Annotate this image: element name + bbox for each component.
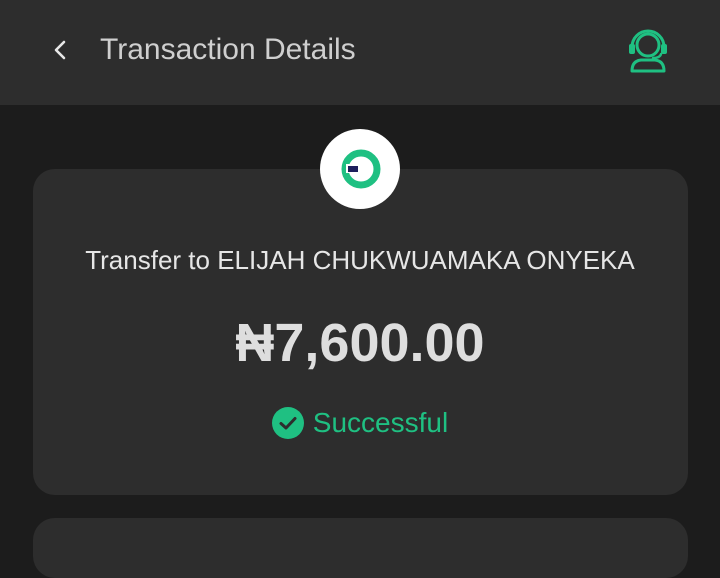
transfer-recipient: Transfer to ELIJAH CHUKWUAMAKA ONYEKA xyxy=(85,245,635,275)
transaction-details-card xyxy=(33,518,688,578)
transaction-amount: ₦7,600.00 xyxy=(235,313,485,373)
customer-support-headset-icon xyxy=(629,29,667,73)
back-button[interactable] xyxy=(40,30,80,70)
opay-logo xyxy=(320,129,400,209)
check-circle-icon xyxy=(271,407,304,439)
transaction-status: Successful xyxy=(0,403,720,443)
status-label: Successful xyxy=(312,407,449,438)
page-title: Transaction Details xyxy=(100,33,356,66)
chevron-left-icon xyxy=(54,40,66,60)
customer-support-button[interactable] xyxy=(620,22,676,78)
top-app-bar: Transaction Details xyxy=(0,0,720,105)
